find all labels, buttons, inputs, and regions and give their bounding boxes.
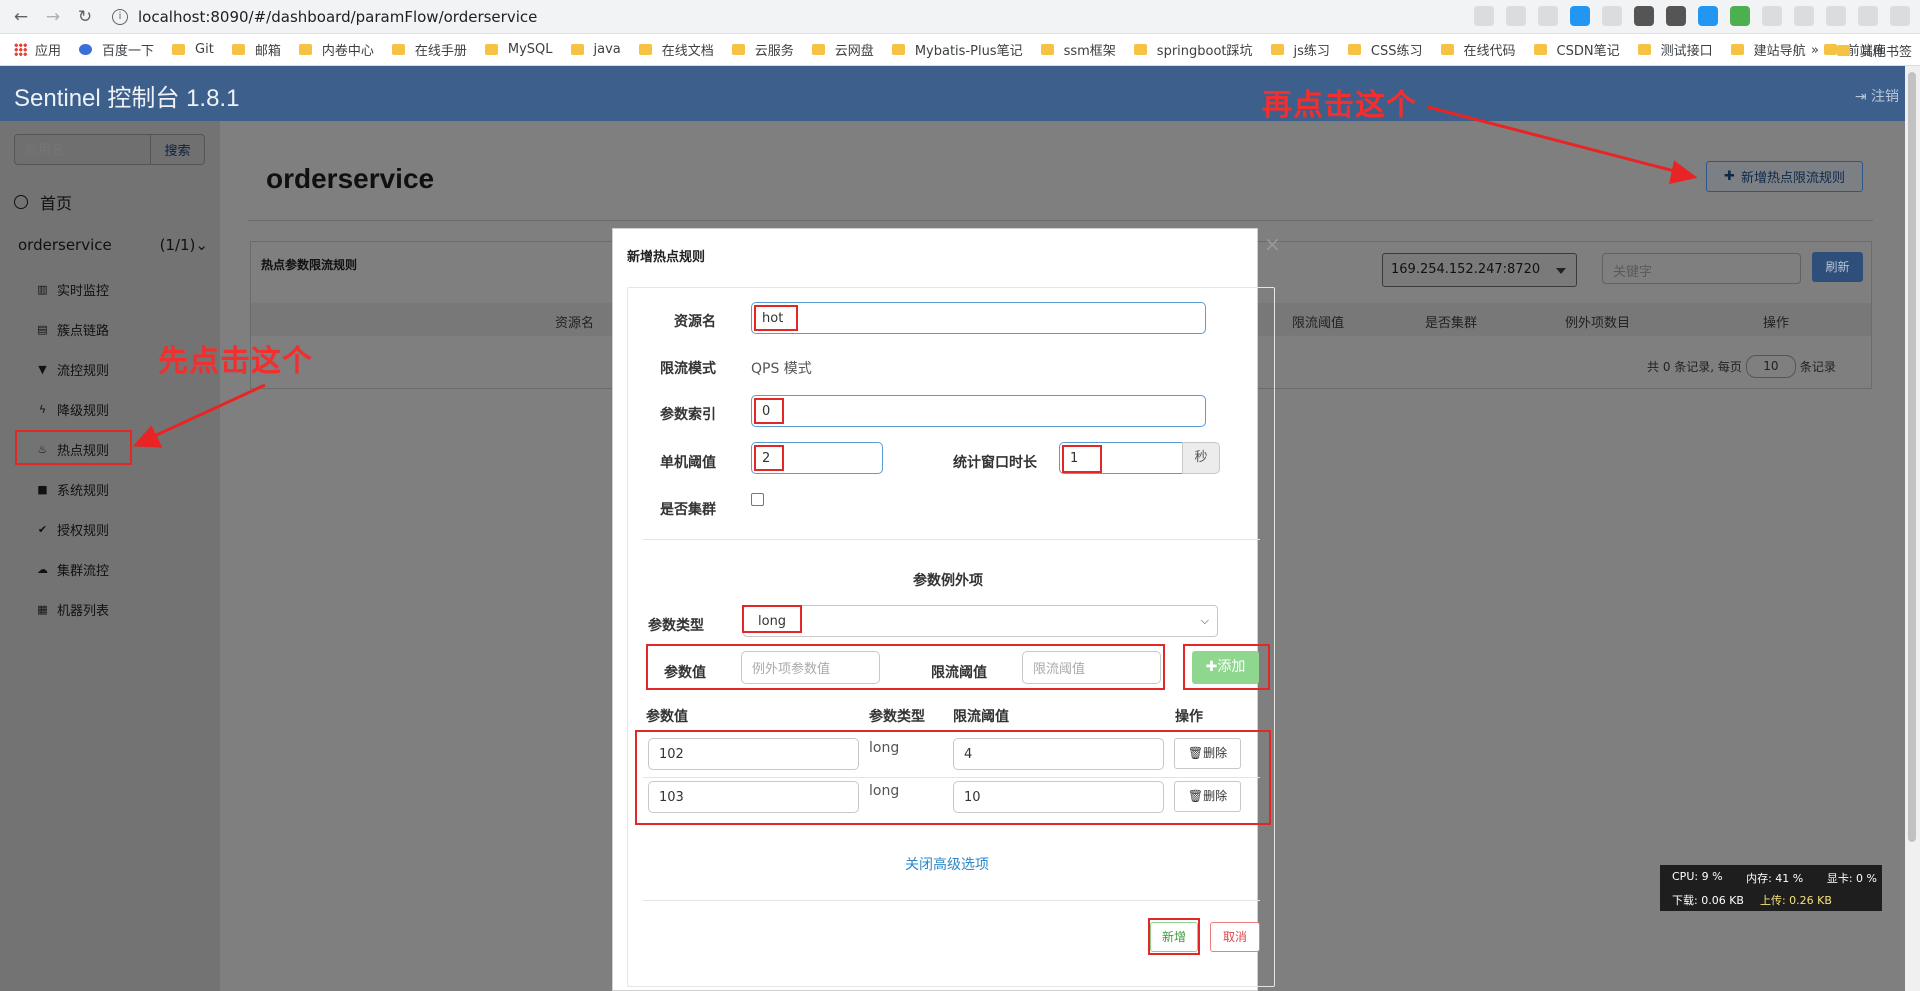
param-type-label: 参数类型: [648, 618, 704, 634]
scrollbar-thumb[interactable]: [1908, 72, 1916, 842]
toggle-advanced-link[interactable]: 关闭高级选项: [905, 854, 989, 874]
exceptions-column-header: 参数类型: [869, 709, 925, 725]
mode-value: QPS 模式: [751, 361, 812, 377]
cluster-label: 是否集群: [660, 502, 716, 518]
highlight-box: [646, 644, 1165, 690]
window-label: 统计窗口时长: [953, 455, 1037, 471]
resource-label: 资源名: [674, 314, 716, 330]
param-type-select[interactable]: long ⌵: [743, 605, 1218, 637]
exceptions-column-header: 限流阈值: [953, 709, 1009, 725]
cluster-checkbox[interactable]: [751, 493, 764, 506]
param-index-input[interactable]: 0: [751, 395, 1206, 427]
resource-input[interactable]: hot: [751, 302, 1206, 334]
threshold-label: 单机阈值: [660, 455, 716, 471]
exceptions-column-header: 操作: [1175, 709, 1203, 725]
chevron-down-icon: ⌵: [1200, 614, 1209, 627]
highlight-box: [635, 730, 1271, 825]
highlight-box: [754, 305, 798, 331]
exception-title: 参数例外项: [913, 573, 983, 589]
divider: [643, 900, 1260, 901]
highlight-box: [742, 605, 802, 633]
window-unit: 秒: [1182, 442, 1220, 474]
highlight-box: [754, 398, 784, 424]
cancel-button[interactable]: 取消: [1210, 922, 1260, 952]
highlight-box: [1062, 445, 1102, 473]
dialog-form: [627, 287, 1275, 987]
divider: [643, 539, 1260, 540]
exceptions-column-header: 参数值: [646, 709, 688, 725]
highlight-box: [1148, 918, 1200, 955]
close-icon[interactable]: ×: [1264, 232, 1281, 256]
highlight-box: [754, 445, 784, 471]
mode-label: 限流模式: [660, 361, 716, 377]
param-index-label: 参数索引: [660, 407, 716, 423]
highlight-box: [1183, 644, 1270, 690]
dialog-title: 新增热点规则: [627, 250, 706, 265]
system-monitor-widget: CPU: 9 % 内存: 41 % 显卡: 0 % 下载: 0.06 KB 上传: 0…: [1660, 865, 1882, 911]
highlight-box: [15, 430, 132, 465]
